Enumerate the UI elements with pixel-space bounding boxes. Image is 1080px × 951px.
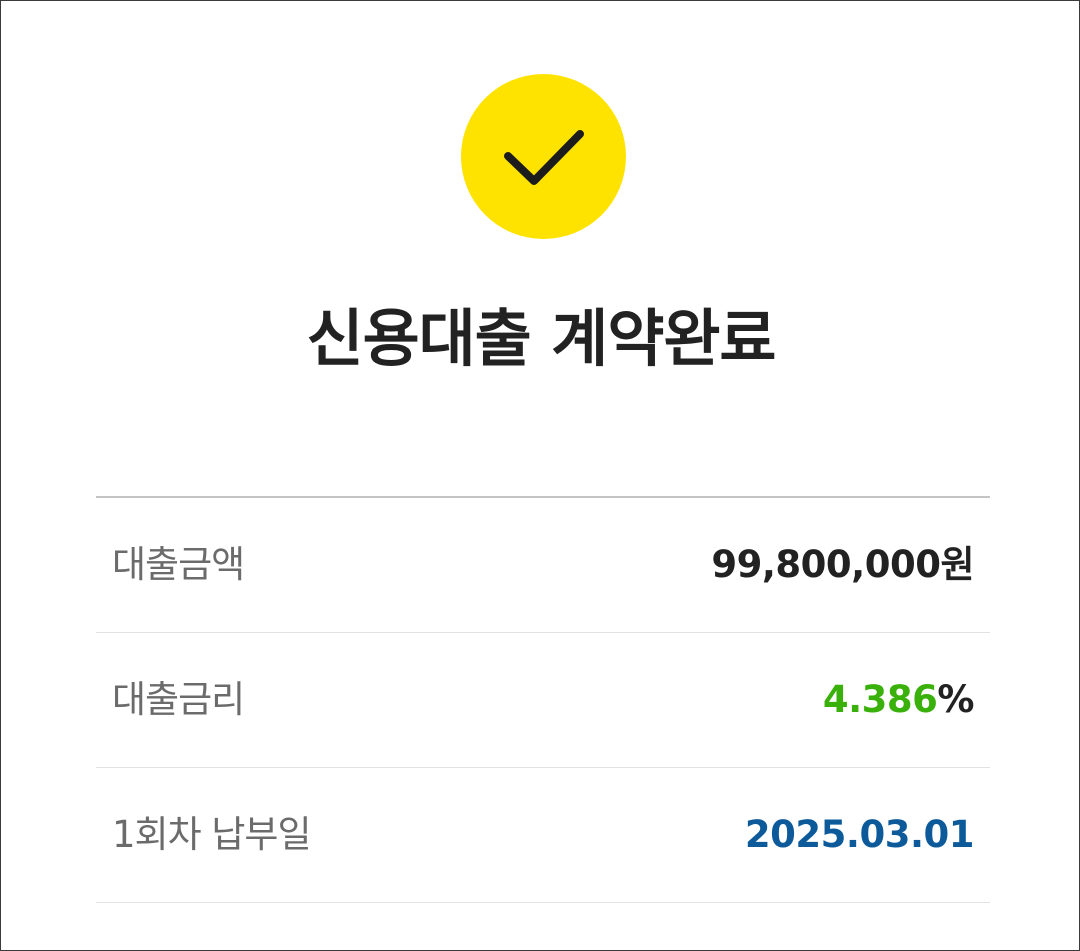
- first-payment-date-value: 2025.03.01: [744, 813, 975, 856]
- loan-amount-row: 대출금액 99,800,000원: [96, 498, 990, 633]
- first-payment-date-row: 1회차 납부일 2025.03.01: [96, 768, 990, 903]
- loan-amount-label: 대출금액: [112, 543, 245, 586]
- first-payment-date-label: 1회차 납부일: [112, 813, 312, 856]
- success-badge: [461, 74, 626, 239]
- interest-rate-row: 대출금리 4.386%: [96, 633, 990, 768]
- contract-complete-screen: 신용대출 계약완료 대출금액 99,800,000원 대출금리 4.386% 1…: [0, 0, 1080, 951]
- page-title: 신용대출 계약완료: [306, 302, 777, 375]
- loan-amount-value: 99,800,000원: [711, 543, 974, 586]
- loan-details-table: 대출금액 99,800,000원 대출금리 4.386% 1회차 납부일 202…: [96, 496, 990, 903]
- interest-rate-number: 4.386: [822, 678, 938, 721]
- interest-rate-unit: %: [937, 678, 974, 721]
- interest-rate-label: 대출금리: [112, 678, 245, 721]
- check-icon: [504, 130, 584, 185]
- interest-rate-value: 4.386%: [822, 633, 975, 767]
